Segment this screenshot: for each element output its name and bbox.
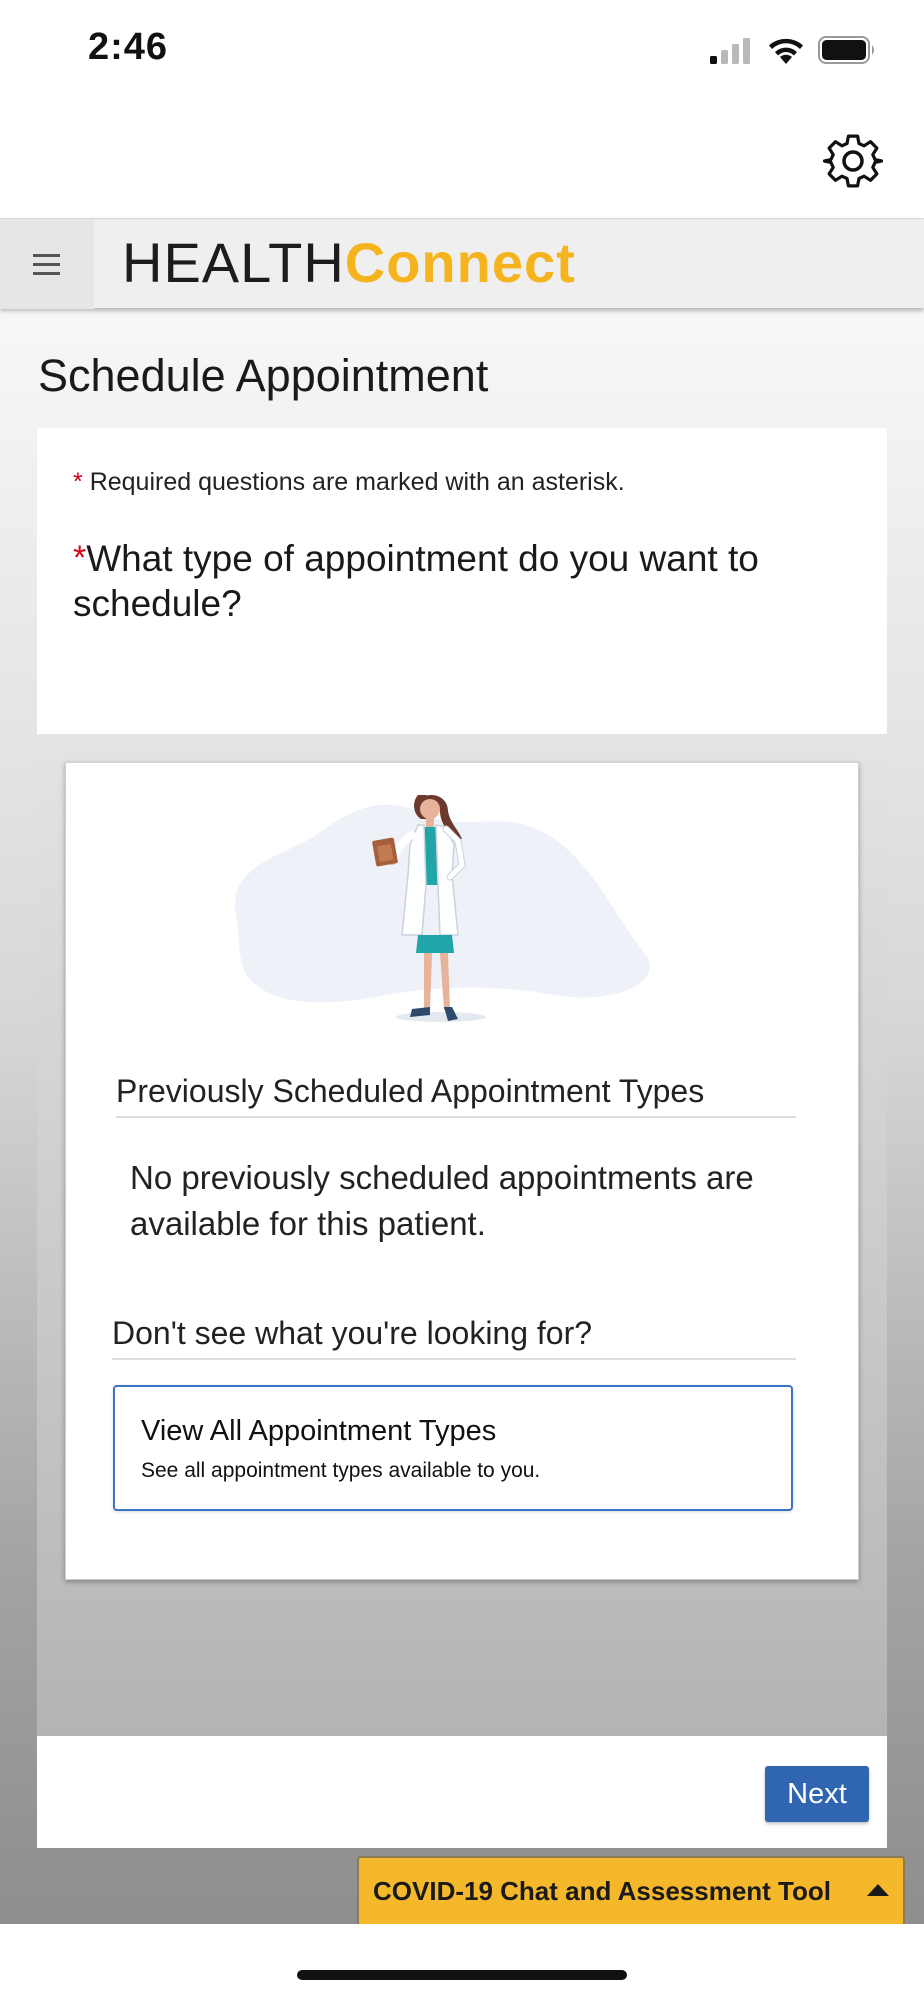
appointment-options-card: Previously Scheduled Appointment Types N… <box>65 762 859 1580</box>
battery-icon <box>818 36 874 64</box>
cellular-signal-icon <box>710 38 750 64</box>
required-note-text: Required questions are marked with an as… <box>89 468 625 496</box>
app-nav-bar: HEALTHConnect <box>0 218 924 309</box>
appointment-type-question: *What type of appointment do you want to… <box>73 536 833 626</box>
next-button[interactable]: Next <box>765 1766 869 1822</box>
covid-tool-label: COVID-19 Chat and Assessment Tool <box>373 1876 831 1906</box>
gear-icon[interactable] <box>822 130 884 192</box>
view-all-subtitle: See all appointment types available to y… <box>141 1459 541 1482</box>
dont-see-title: Don't see what you're looking for? <box>112 1315 593 1351</box>
divider <box>112 1358 796 1360</box>
wifi-icon <box>769 38 803 64</box>
hamburger-menu-icon[interactable] <box>0 219 94 309</box>
form-card: * Required questions are marked with an … <box>37 428 887 1848</box>
main-content: Schedule Appointment * Required question… <box>0 308 924 1924</box>
caret-up-icon <box>867 1884 889 1896</box>
home-indicator[interactable] <box>297 1970 627 1980</box>
previous-types-title: Previously Scheduled Appointment Types <box>116 1073 705 1109</box>
logo-connect: Connect <box>344 231 576 294</box>
page-title: Schedule Appointment <box>38 350 489 401</box>
doctor-illustration <box>234 794 650 1022</box>
options-panel: Previously Scheduled Appointment Types N… <box>37 734 887 1736</box>
view-all-appointment-types-button[interactable]: View All Appointment Types See all appoi… <box>113 1385 793 1511</box>
view-all-title: View All Appointment Types <box>141 1415 497 1447</box>
no-previous-message: No previously scheduled appointments are… <box>130 1159 754 1242</box>
app-top-bar <box>0 100 924 218</box>
question-text: What type of appointment do you want to … <box>73 538 759 624</box>
logo-health: HEALTH <box>122 231 345 294</box>
healthconnect-logo: HEALTHConnect <box>122 233 576 293</box>
status-time: 2:46 <box>88 26 169 68</box>
required-note: * Required questions are marked with an … <box>73 468 625 497</box>
status-bar: 2:46 <box>0 0 924 100</box>
divider <box>116 1116 796 1118</box>
question-required-asterisk: * <box>73 539 87 577</box>
home-area <box>0 1924 924 2000</box>
required-asterisk: * <box>73 468 83 496</box>
covid-chat-assessment-tool-button[interactable]: COVID-19 Chat and Assessment Tool <box>357 1856 905 1924</box>
